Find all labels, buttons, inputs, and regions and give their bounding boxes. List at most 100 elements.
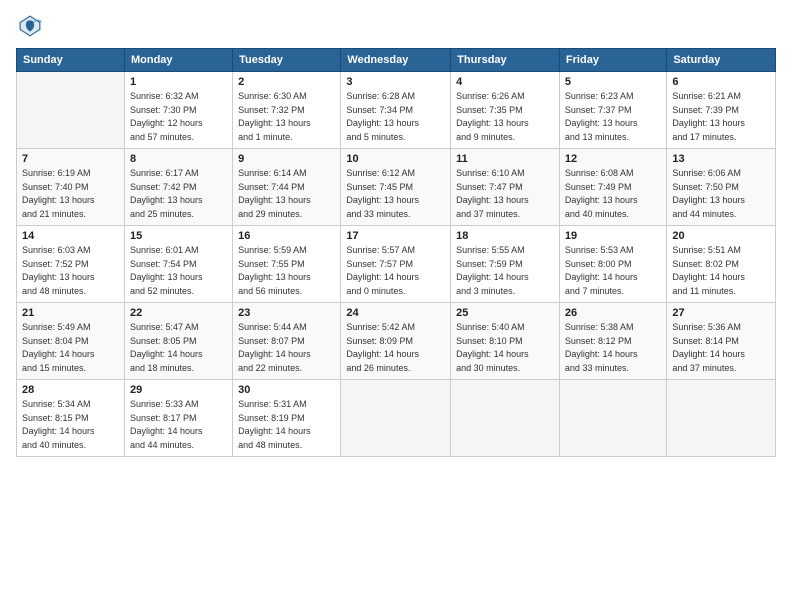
day-number: 2 [238, 76, 335, 88]
logo [16, 12, 48, 40]
calendar-cell: 16 Sunrise: 5:59 AM Sunset: 7:55 PM Dayli… [233, 226, 341, 303]
day-info: Sunrise: 6:21 AM Sunset: 7:39 PM Dayligh… [672, 90, 770, 144]
day-number: 17 [346, 230, 445, 242]
day-number: 8 [130, 153, 227, 165]
day-header-wednesday: Wednesday [341, 49, 451, 72]
calendar-cell: 26 Sunrise: 5:38 AM Sunset: 8:12 PM Dayli… [559, 303, 666, 380]
calendar-header-row: SundayMondayTuesdayWednesdayThursdayFrid… [17, 49, 776, 72]
day-number: 5 [565, 76, 661, 88]
day-number: 7 [22, 153, 119, 165]
header [16, 12, 776, 40]
calendar-cell: 21 Sunrise: 5:49 AM Sunset: 8:04 PM Dayli… [17, 303, 125, 380]
day-number: 10 [346, 153, 445, 165]
day-number: 28 [22, 384, 119, 396]
day-number: 4 [456, 76, 554, 88]
day-info: Sunrise: 6:28 AM Sunset: 7:34 PM Dayligh… [346, 90, 445, 144]
calendar-cell: 3 Sunrise: 6:28 AM Sunset: 7:34 PM Daylig… [341, 72, 451, 149]
day-number: 22 [130, 307, 227, 319]
calendar-cell: 18 Sunrise: 5:55 AM Sunset: 7:59 PM Dayli… [451, 226, 560, 303]
calendar-cell [341, 380, 451, 457]
day-header-monday: Monday [124, 49, 232, 72]
calendar-week-2: 7 Sunrise: 6:19 AM Sunset: 7:40 PM Daylig… [17, 149, 776, 226]
day-number: 14 [22, 230, 119, 242]
day-number: 21 [22, 307, 119, 319]
day-number: 29 [130, 384, 227, 396]
day-number: 18 [456, 230, 554, 242]
day-info: Sunrise: 6:17 AM Sunset: 7:42 PM Dayligh… [130, 167, 227, 221]
calendar-cell: 17Sunrise: 5:57 AM Sunset: 7:57 PM Dayli… [341, 226, 451, 303]
day-info: Sunrise: 6:14 AM Sunset: 7:44 PM Dayligh… [238, 167, 335, 221]
calendar-cell: 29Sunrise: 5:33 AM Sunset: 8:17 PM Dayli… [124, 380, 232, 457]
day-info: Sunrise: 5:49 AM Sunset: 8:04 PM Dayligh… [22, 321, 119, 375]
calendar-cell: 20Sunrise: 5:51 AM Sunset: 8:02 PM Dayli… [667, 226, 776, 303]
calendar-table: SundayMondayTuesdayWednesdayThursdayFrid… [16, 48, 776, 457]
calendar-week-5: 28 Sunrise: 5:34 AM Sunset: 8:15 PM Dayli… [17, 380, 776, 457]
day-info: Sunrise: 5:31 AM Sunset: 8:19 PM Dayligh… [238, 398, 335, 452]
calendar-cell: 4Sunrise: 6:26 AM Sunset: 7:35 PM Daylig… [451, 72, 560, 149]
calendar-cell: 11 Sunrise: 6:10 AM Sunset: 7:47 PM Dayli… [451, 149, 560, 226]
day-info: Sunrise: 6:01 AM Sunset: 7:54 PM Dayligh… [130, 244, 227, 298]
day-info: Sunrise: 6:30 AM Sunset: 7:32 PM Dayligh… [238, 90, 335, 144]
day-number: 26 [565, 307, 661, 319]
day-number: 23 [238, 307, 335, 319]
day-info: Sunrise: 5:42 AM Sunset: 8:09 PM Dayligh… [346, 321, 445, 375]
day-info: Sunrise: 6:32 AM Sunset: 7:30 PM Dayligh… [130, 90, 227, 144]
day-number: 6 [672, 76, 770, 88]
calendar-cell: 24 Sunrise: 5:42 AM Sunset: 8:09 PM Dayli… [341, 303, 451, 380]
day-number: 16 [238, 230, 335, 242]
calendar-cell: 6 Sunrise: 6:21 AM Sunset: 7:39 PM Daylig… [667, 72, 776, 149]
day-header-sunday: Sunday [17, 49, 125, 72]
calendar-cell: 13 Sunrise: 6:06 AM Sunset: 7:50 PM Dayli… [667, 149, 776, 226]
calendar-week-3: 14 Sunrise: 6:03 AM Sunset: 7:52 PM Dayli… [17, 226, 776, 303]
day-header-friday: Friday [559, 49, 666, 72]
calendar-cell: 19 Sunrise: 5:53 AM Sunset: 8:00 PM Dayli… [559, 226, 666, 303]
day-number: 12 [565, 153, 661, 165]
day-number: 15 [130, 230, 227, 242]
day-info: Sunrise: 5:34 AM Sunset: 8:15 PM Dayligh… [22, 398, 119, 452]
calendar-cell: 12 Sunrise: 6:08 AM Sunset: 7:49 PM Dayli… [559, 149, 666, 226]
calendar-cell: 1 Sunrise: 6:32 AM Sunset: 7:30 PM Daylig… [124, 72, 232, 149]
calendar-cell [667, 380, 776, 457]
day-number: 13 [672, 153, 770, 165]
logo-icon [16, 12, 44, 40]
day-info: Sunrise: 5:38 AM Sunset: 8:12 PM Dayligh… [565, 321, 661, 375]
day-info: Sunrise: 5:55 AM Sunset: 7:59 PM Dayligh… [456, 244, 554, 298]
day-number: 11 [456, 153, 554, 165]
day-info: Sunrise: 5:44 AM Sunset: 8:07 PM Dayligh… [238, 321, 335, 375]
day-info: Sunrise: 6:06 AM Sunset: 7:50 PM Dayligh… [672, 167, 770, 221]
day-number: 1 [130, 76, 227, 88]
calendar-cell: 7 Sunrise: 6:19 AM Sunset: 7:40 PM Daylig… [17, 149, 125, 226]
day-info: Sunrise: 5:53 AM Sunset: 8:00 PM Dayligh… [565, 244, 661, 298]
day-number: 9 [238, 153, 335, 165]
day-number: 3 [346, 76, 445, 88]
day-number: 24 [346, 307, 445, 319]
calendar-cell: 25Sunrise: 5:40 AM Sunset: 8:10 PM Dayli… [451, 303, 560, 380]
day-info: Sunrise: 6:19 AM Sunset: 7:40 PM Dayligh… [22, 167, 119, 221]
day-info: Sunrise: 6:03 AM Sunset: 7:52 PM Dayligh… [22, 244, 119, 298]
day-info: Sunrise: 6:08 AM Sunset: 7:49 PM Dayligh… [565, 167, 661, 221]
calendar-cell: 14 Sunrise: 6:03 AM Sunset: 7:52 PM Dayli… [17, 226, 125, 303]
day-header-thursday: Thursday [451, 49, 560, 72]
day-info: Sunrise: 5:51 AM Sunset: 8:02 PM Dayligh… [672, 244, 770, 298]
calendar-cell: 28 Sunrise: 5:34 AM Sunset: 8:15 PM Dayli… [17, 380, 125, 457]
calendar-cell [559, 380, 666, 457]
calendar-cell: 27 Sunrise: 5:36 AM Sunset: 8:14 PM Dayli… [667, 303, 776, 380]
calendar-cell [451, 380, 560, 457]
day-info: Sunrise: 6:10 AM Sunset: 7:47 PM Dayligh… [456, 167, 554, 221]
calendar-cell: 8 Sunrise: 6:17 AM Sunset: 7:42 PM Daylig… [124, 149, 232, 226]
day-info: Sunrise: 5:36 AM Sunset: 8:14 PM Dayligh… [672, 321, 770, 375]
day-info: Sunrise: 5:59 AM Sunset: 7:55 PM Dayligh… [238, 244, 335, 298]
day-info: Sunrise: 5:47 AM Sunset: 8:05 PM Dayligh… [130, 321, 227, 375]
calendar-week-1: 1 Sunrise: 6:32 AM Sunset: 7:30 PM Daylig… [17, 72, 776, 149]
calendar-cell: 10Sunrise: 6:12 AM Sunset: 7:45 PM Dayli… [341, 149, 451, 226]
day-header-tuesday: Tuesday [233, 49, 341, 72]
day-info: Sunrise: 5:40 AM Sunset: 8:10 PM Dayligh… [456, 321, 554, 375]
day-number: 30 [238, 384, 335, 396]
calendar-cell: 15 Sunrise: 6:01 AM Sunset: 7:54 PM Dayli… [124, 226, 232, 303]
calendar-cell: 2 Sunrise: 6:30 AM Sunset: 7:32 PM Daylig… [233, 72, 341, 149]
day-number: 19 [565, 230, 661, 242]
calendar-cell: 22 Sunrise: 5:47 AM Sunset: 8:05 PM Dayli… [124, 303, 232, 380]
day-number: 27 [672, 307, 770, 319]
calendar-cell: 9 Sunrise: 6:14 AM Sunset: 7:44 PM Daylig… [233, 149, 341, 226]
day-header-saturday: Saturday [667, 49, 776, 72]
